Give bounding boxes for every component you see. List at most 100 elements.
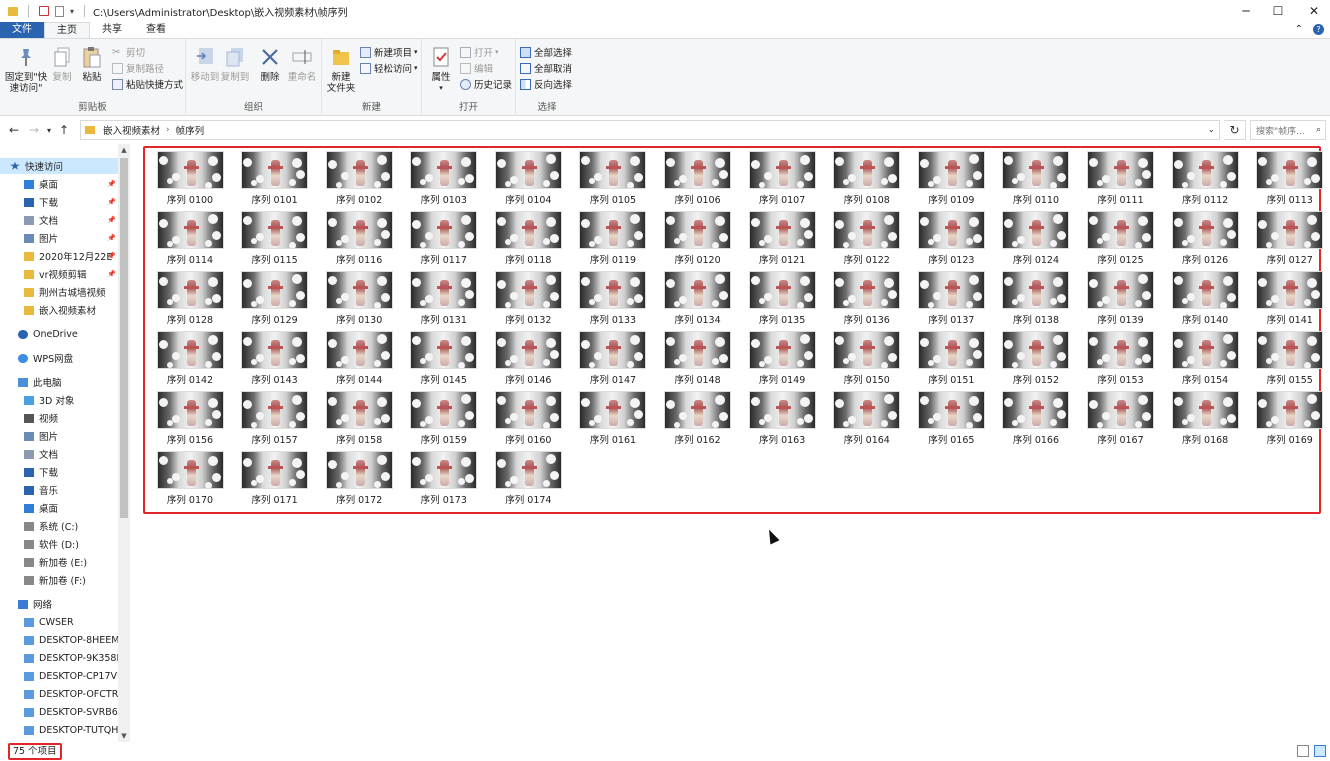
- file-item[interactable]: 序列 0159: [402, 391, 486, 451]
- nav-onedrive[interactable]: OneDrive: [0, 326, 118, 342]
- file-item[interactable]: 序列 0125: [1079, 211, 1163, 271]
- file-item[interactable]: 序列 0155: [1248, 331, 1330, 391]
- history-button[interactable]: 历史记录: [460, 77, 512, 91]
- file-item[interactable]: 序列 0135: [740, 271, 824, 331]
- file-item[interactable]: 序列 0150: [825, 331, 909, 391]
- file-item[interactable]: 序列 0138: [994, 271, 1078, 331]
- file-item[interactable]: 序列 0157: [233, 391, 317, 451]
- select-none-button[interactable]: 全部取消: [520, 61, 572, 75]
- file-item[interactable]: 序列 0174: [486, 451, 570, 511]
- sidebar-item-pc-9[interactable]: 新加卷 (E:): [0, 554, 118, 570]
- file-item[interactable]: 序列 0154: [1163, 331, 1247, 391]
- file-item[interactable]: 序列 0129: [233, 271, 317, 331]
- sidebar-item-pc-10[interactable]: 新加卷 (F:): [0, 572, 118, 588]
- tab-share[interactable]: 共享: [90, 22, 134, 38]
- file-item[interactable]: 序列 0119: [571, 211, 655, 271]
- maximize-button[interactable]: ☐: [1260, 0, 1296, 22]
- file-item[interactable]: 序列 0110: [994, 151, 1078, 211]
- properties-icon[interactable]: [39, 6, 49, 16]
- tab-view[interactable]: 查看: [134, 22, 178, 38]
- sidebar-item-quick-6[interactable]: 荆州古城墙视频: [0, 284, 118, 300]
- up-arrow-icon[interactable]: ↑: [54, 123, 74, 137]
- forward-arrow-icon[interactable]: →: [24, 123, 44, 137]
- file-item[interactable]: 序列 0109: [909, 151, 993, 211]
- file-item[interactable]: 序列 0132: [486, 271, 570, 331]
- file-item[interactable]: 序列 0166: [994, 391, 1078, 451]
- file-item[interactable]: 序列 0165: [909, 391, 993, 451]
- recent-locations-icon[interactable]: ▾: [44, 126, 54, 135]
- file-item[interactable]: 序列 0169: [1248, 391, 1330, 451]
- pin-quick-access-button[interactable]: 固定到"快 速访问": [4, 45, 48, 94]
- file-item[interactable]: 序列 0142: [148, 331, 232, 391]
- sidebar-item-network-6[interactable]: DESKTOP-TUTQHC: [0, 722, 118, 738]
- file-item[interactable]: 序列 0134: [656, 271, 740, 331]
- scroll-down-icon[interactable]: ▼: [118, 732, 130, 740]
- refresh-button[interactable]: ↻: [1224, 120, 1246, 140]
- sidebar-item-network-4[interactable]: DESKTOP-OFCTRR: [0, 686, 118, 702]
- nav-quick-access[interactable]: 快速访问: [0, 158, 118, 174]
- file-item[interactable]: 序列 0170: [148, 451, 232, 511]
- file-item[interactable]: 序列 0112: [1163, 151, 1247, 211]
- file-item[interactable]: 序列 0115: [233, 211, 317, 271]
- file-item[interactable]: 序列 0100: [148, 151, 232, 211]
- tab-home[interactable]: 主页: [44, 22, 90, 38]
- minimize-button[interactable]: ─: [1228, 0, 1264, 22]
- tab-file[interactable]: 文件: [0, 22, 44, 38]
- close-button[interactable]: ✕: [1296, 0, 1330, 22]
- easy-access-button[interactable]: 轻松访问 ▾: [360, 61, 418, 75]
- file-item[interactable]: 序列 0156: [148, 391, 232, 451]
- file-item[interactable]: 序列 0131: [402, 271, 486, 331]
- file-item[interactable]: 序列 0130: [317, 271, 401, 331]
- cut-button[interactable]: ✂ 剪切: [112, 45, 145, 60]
- paste-button[interactable]: 粘贴: [80, 45, 104, 83]
- help-icon[interactable]: ?: [1313, 24, 1324, 35]
- sidebar-item-network-3[interactable]: DESKTOP-CP17VB: [0, 668, 118, 684]
- file-item[interactable]: 序列 0105: [571, 151, 655, 211]
- scrollbar[interactable]: ▲ ▼: [118, 144, 130, 744]
- file-item[interactable]: 序列 0126: [1163, 211, 1247, 271]
- sidebar-item-quick-0[interactable]: 桌面 📌: [0, 176, 118, 192]
- nav-network[interactable]: 网络: [0, 596, 118, 612]
- delete-button[interactable]: 删除: [258, 45, 282, 83]
- sidebar-item-pc-7[interactable]: 系统 (C:): [0, 518, 118, 534]
- invert-selection-button[interactable]: 反向选择: [520, 77, 572, 91]
- chevron-down-icon[interactable]: ⌄: [1207, 125, 1215, 135]
- sidebar-item-quick-5[interactable]: vr视频剪辑 📌: [0, 266, 118, 282]
- file-item[interactable]: 序列 0173: [402, 451, 486, 511]
- file-item[interactable]: 序列 0141: [1248, 271, 1330, 331]
- sidebar-item-pc-5[interactable]: 音乐: [0, 482, 118, 498]
- file-item[interactable]: 序列 0114: [148, 211, 232, 271]
- sidebar-item-pc-8[interactable]: 软件 (D:): [0, 536, 118, 552]
- file-item[interactable]: 序列 0158: [317, 391, 401, 451]
- sidebar-item-network-1[interactable]: DESKTOP-8HEEM9: [0, 632, 118, 648]
- nav-wps-drive[interactable]: WPS网盘: [0, 350, 118, 366]
- file-item[interactable]: 序列 0127: [1248, 211, 1330, 271]
- file-item[interactable]: 序列 0149: [740, 331, 824, 391]
- file-item[interactable]: 序列 0168: [1163, 391, 1247, 451]
- scrollbar-thumb[interactable]: [120, 158, 128, 518]
- file-item[interactable]: 序列 0103: [402, 151, 486, 211]
- file-item[interactable]: 序列 0139: [1079, 271, 1163, 331]
- sidebar-item-quick-1[interactable]: 下载 📌: [0, 194, 118, 210]
- file-item[interactable]: 序列 0133: [571, 271, 655, 331]
- sidebar-item-network-2[interactable]: DESKTOP-9K358EI: [0, 650, 118, 666]
- back-arrow-icon[interactable]: ←: [4, 123, 24, 137]
- file-item[interactable]: 序列 0102: [317, 151, 401, 211]
- file-item[interactable]: 序列 0122: [825, 211, 909, 271]
- sidebar-item-pc-4[interactable]: 下载: [0, 464, 118, 480]
- file-item[interactable]: 序列 0147: [571, 331, 655, 391]
- select-all-button[interactable]: 全部选择: [520, 45, 572, 59]
- file-item[interactable]: 序列 0163: [740, 391, 824, 451]
- breadcrumb-item[interactable]: 嵌入视频素材: [103, 123, 160, 137]
- file-item[interactable]: 序列 0116: [317, 211, 401, 271]
- file-item[interactable]: 序列 0144: [317, 331, 401, 391]
- sidebar-item-quick-7[interactable]: 嵌入视频素材: [0, 302, 118, 318]
- file-item[interactable]: 序列 0172: [317, 451, 401, 511]
- chevron-down-icon[interactable]: ▾: [70, 7, 74, 16]
- file-item[interactable]: 序列 0160: [486, 391, 570, 451]
- file-item[interactable]: 序列 0117: [402, 211, 486, 271]
- file-item[interactable]: 序列 0108: [825, 151, 909, 211]
- file-item[interactable]: 序列 0164: [825, 391, 909, 451]
- file-item[interactable]: 序列 0167: [1079, 391, 1163, 451]
- file-item[interactable]: 序列 0124: [994, 211, 1078, 271]
